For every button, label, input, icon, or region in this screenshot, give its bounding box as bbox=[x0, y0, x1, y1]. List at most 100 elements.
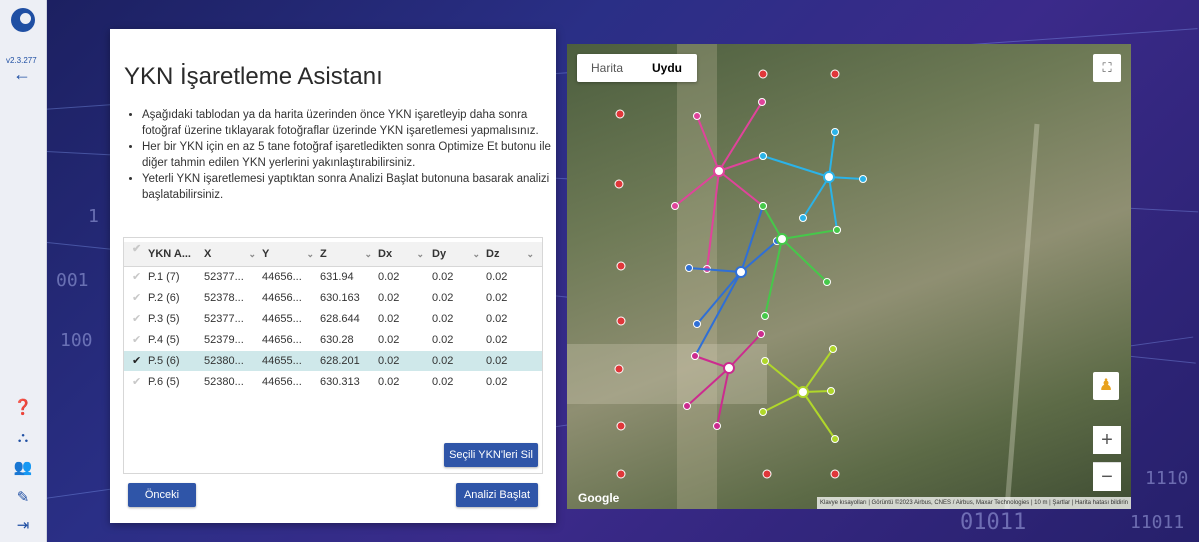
table-cell-z: 631.94 bbox=[320, 271, 354, 283]
column-header-dx[interactable]: Dx ⌄ bbox=[378, 242, 428, 266]
column-header-name[interactable]: YKN A... bbox=[148, 242, 198, 266]
gcp-ray bbox=[718, 155, 764, 172]
select-all-checkbox[interactable]: ✔ bbox=[132, 242, 141, 255]
chevron-down-icon[interactable]: ⌄ bbox=[472, 242, 480, 266]
chevron-down-icon[interactable]: ⌄ bbox=[526, 242, 534, 266]
start-analysis-button[interactable]: Analizi Başlat bbox=[456, 483, 538, 507]
background-digit: 1 bbox=[88, 206, 99, 227]
chevron-down-icon[interactable]: ⌄ bbox=[364, 242, 372, 266]
photo-marker bbox=[831, 128, 839, 136]
table-row[interactable]: ✔ P.6 (5) 52380... 44656... 630.313 0.02 0.02 0… bbox=[124, 372, 542, 392]
satellite-map[interactable]: Harita Uydu ⛶ ♟ + − Google Klavye kısayo… bbox=[567, 44, 1131, 509]
table-row[interactable]: ✔ P.2 (6) 52378... 44656... 630.163 0.02 0.02 0… bbox=[124, 288, 542, 308]
gcp-marker bbox=[713, 165, 725, 177]
logout-icon[interactable]: ⇥ bbox=[13, 516, 33, 536]
photo-marker bbox=[616, 316, 626, 326]
photo-marker bbox=[685, 264, 693, 272]
table-cell-dx: 0.02 bbox=[378, 271, 400, 283]
table-cell-name: P.3 (5) bbox=[148, 313, 180, 325]
row-checkbox[interactable]: ✔ bbox=[132, 372, 141, 392]
column-header-y[interactable]: Y ⌄ bbox=[262, 242, 318, 266]
gcp-ray bbox=[781, 238, 828, 283]
previous-button[interactable]: Önceki bbox=[128, 483, 196, 507]
chevron-down-icon[interactable]: ⌄ bbox=[306, 242, 314, 266]
photo-marker bbox=[761, 357, 769, 365]
photo-marker bbox=[759, 408, 767, 416]
table-cell-dy: 0.02 bbox=[432, 334, 454, 346]
photo-marker bbox=[615, 109, 625, 119]
column-header-dy[interactable]: Dy ⌄ bbox=[432, 242, 484, 266]
gcp-ray bbox=[781, 229, 838, 240]
table-cell-dy: 0.02 bbox=[432, 355, 454, 367]
delete-selected-button[interactable]: Seçili YKN'leri Sil bbox=[444, 443, 538, 467]
row-checkbox[interactable]: ✔ bbox=[132, 267, 141, 287]
users-icon[interactable]: 👥 bbox=[13, 458, 33, 478]
org-chart-icon[interactable]: ⛬ bbox=[13, 428, 33, 448]
gcp-ray bbox=[764, 360, 804, 393]
table-cell-dx: 0.02 bbox=[378, 334, 400, 346]
table-header: ✔ YKN A... X ⌄ Y ⌄ Z ⌄ Dx ⌄ Dy ⌄ Dz ⌄ bbox=[124, 242, 542, 267]
background-digit: 11011 bbox=[1130, 512, 1185, 533]
photo-marker bbox=[823, 278, 831, 286]
tab-satellite[interactable]: Uydu bbox=[637, 54, 697, 82]
row-checkbox[interactable]: ✔ bbox=[132, 288, 141, 308]
gcp-marker bbox=[776, 233, 788, 245]
photo-marker bbox=[616, 469, 626, 479]
photo-marker bbox=[827, 387, 835, 395]
table-cell-dx: 0.02 bbox=[378, 376, 400, 388]
table-cell-y: 44656... bbox=[262, 334, 302, 346]
gcp-ray bbox=[764, 238, 783, 317]
table-cell-y: 44656... bbox=[262, 292, 302, 304]
help-icon[interactable]: ❓ bbox=[13, 398, 33, 418]
photo-marker bbox=[759, 152, 767, 160]
chevron-down-icon[interactable]: ⌄ bbox=[248, 242, 256, 266]
photo-marker bbox=[859, 175, 867, 183]
gcp-overlay[interactable] bbox=[567, 44, 1131, 509]
table-cell-dz: 0.02 bbox=[486, 292, 508, 304]
tab-map[interactable]: Harita bbox=[577, 54, 637, 82]
photo-marker bbox=[761, 312, 769, 320]
table-cell-x: 52378... bbox=[204, 292, 244, 304]
column-header-dz[interactable]: Dz ⌄ bbox=[486, 242, 538, 266]
column-header-x[interactable]: X ⌄ bbox=[204, 242, 260, 266]
chevron-down-icon[interactable]: ⌄ bbox=[416, 242, 424, 266]
column-header-z[interactable]: Z ⌄ bbox=[320, 242, 376, 266]
photo-marker bbox=[831, 435, 839, 443]
gcp-ray bbox=[802, 176, 830, 219]
row-checkbox[interactable]: ✔ bbox=[132, 330, 141, 350]
photo-marker bbox=[693, 320, 701, 328]
map-type-switch: Harita Uydu bbox=[577, 54, 697, 82]
table-row[interactable]: ✔ P.4 (5) 52379... 44656... 630.28 0.02 0.02 0.… bbox=[124, 330, 542, 350]
photo-marker bbox=[758, 69, 768, 79]
table-cell-z: 630.163 bbox=[320, 292, 360, 304]
row-checkbox[interactable]: ✔ bbox=[132, 309, 141, 329]
back-arrow-icon[interactable]: ← bbox=[13, 64, 31, 85]
gcp-marker bbox=[723, 362, 735, 374]
photo-marker bbox=[799, 214, 807, 222]
table-cell-name: P.2 (6) bbox=[148, 292, 180, 304]
table-cell-dz: 0.02 bbox=[486, 271, 508, 283]
zoom-out-button[interactable]: − bbox=[1093, 462, 1121, 491]
logo-icon[interactable] bbox=[11, 8, 35, 32]
zoom-in-button[interactable]: + bbox=[1093, 426, 1121, 454]
table-cell-dz: 0.02 bbox=[486, 376, 508, 388]
table-cell-x: 52380... bbox=[204, 376, 244, 388]
row-checkbox[interactable]: ✔ bbox=[132, 351, 141, 371]
photo-marker bbox=[713, 422, 721, 430]
table-row[interactable]: ✔ P.5 (6) 52380... 44655... 628.201 0.02 0.02 0… bbox=[124, 351, 542, 371]
table-row[interactable]: ✔ P.3 (5) 52377... 44655... 628.644 0.02 0.02 0… bbox=[124, 309, 542, 329]
gcp-ray bbox=[802, 348, 834, 393]
table-row[interactable]: ✔ P.1 (7) 52377... 44656... 631.94 0.02 0.02 0.… bbox=[124, 267, 542, 287]
photo-marker bbox=[759, 202, 767, 210]
street-view-pegman-icon[interactable]: ♟ bbox=[1093, 372, 1119, 400]
gcp-marker bbox=[735, 266, 747, 278]
table-cell-name: P.4 (5) bbox=[148, 334, 180, 346]
photo-marker bbox=[616, 261, 626, 271]
map-attribution[interactable]: Klavye kısayolları | Görüntü ©2023 Airbu… bbox=[816, 497, 1131, 509]
page-title: YKN İşaretleme Asistanı bbox=[124, 63, 383, 90]
photo-marker bbox=[683, 402, 691, 410]
table-cell-dy: 0.02 bbox=[432, 292, 454, 304]
user-edit-icon[interactable]: ✎ bbox=[13, 488, 33, 508]
table-cell-y: 44655... bbox=[262, 355, 302, 367]
fullscreen-icon[interactable]: ⛶ bbox=[1093, 54, 1121, 82]
